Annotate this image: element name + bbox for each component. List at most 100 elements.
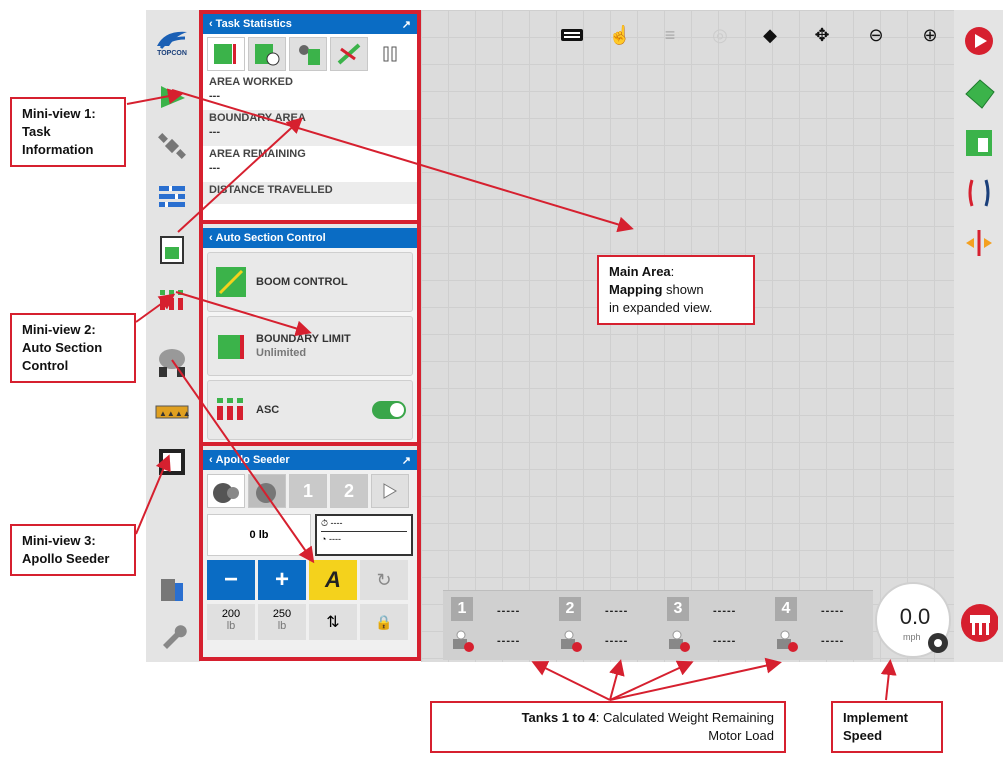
asc-label: ASC <box>256 404 280 416</box>
callout-text: Tanks 1 to 4 <box>521 710 596 725</box>
callout-text: Apollo Seeder <box>22 551 110 566</box>
section-control-icon[interactable] <box>152 282 192 318</box>
auto-mode-icon[interactable]: A <box>309 560 357 600</box>
zoom-out-icon[interactable]: ⊖ <box>861 20 891 50</box>
tab-tank-1[interactable]: 1 <box>289 474 327 508</box>
tank-number: 4 <box>775 597 797 621</box>
seeder-machine-icon[interactable] <box>152 344 192 380</box>
tab-area-worked[interactable] <box>207 37 245 71</box>
video-icon[interactable] <box>152 444 192 480</box>
tank-weight: ----- <box>497 605 521 617</box>
tank-motor-load: ----- <box>821 635 845 647</box>
boundary-limit-value: Unlimited <box>256 347 307 359</box>
lock-icon[interactable]: 🔒 <box>360 604 408 640</box>
preset-value: 250 <box>272 608 292 620</box>
preset-value: 200 <box>221 608 241 620</box>
task-statistics-tabs <box>203 34 417 74</box>
asc-row: ASC <box>207 380 413 440</box>
refresh-icon[interactable]: ↻ <box>360 560 408 600</box>
callout-text: in expanded view. <box>609 300 713 315</box>
tank-3[interactable]: 3 ----- ----- <box>661 595 761 657</box>
callout-text: Mapping <box>609 282 663 297</box>
tab-seeder-meter[interactable] <box>207 474 245 508</box>
tank-number: 2 <box>559 597 581 621</box>
chevron-left-icon[interactable]: ‹ <box>209 454 213 466</box>
field-boundary-icon[interactable] <box>960 74 998 112</box>
touch-icon[interactable]: ☝ <box>605 20 635 50</box>
boundary-limit-button[interactable]: BOUNDARY LIMIT Unlimited <box>207 316 413 376</box>
speed-gauge[interactable]: 0.0 mph <box>875 582 951 658</box>
apollo-seeder-header[interactable]: ‹ Apollo Seeder ↗ <box>203 450 417 470</box>
tank-4[interactable]: 4 ----- ----- <box>769 595 869 657</box>
calibrate-icon[interactable]: ⇅ <box>309 604 357 640</box>
callout-miniview-1: Mini-view 1: Task Information <box>10 97 126 167</box>
bin-icon[interactable] <box>152 570 192 606</box>
seeder-tabs: 1 2 <box>203 470 417 512</box>
auto-section-control-header[interactable]: ‹ Auto Section Control <box>203 228 417 248</box>
tab-time[interactable] <box>248 37 286 71</box>
apollo-seeder-title: Apollo Seeder <box>215 454 290 466</box>
speed-settings-icon[interactable] <box>927 632 949 654</box>
callout-tanks: Tanks 1 to 4: Calculated Weight Remainin… <box>430 701 786 753</box>
map-area[interactable] <box>421 10 954 662</box>
guidance-arrow-icon[interactable] <box>152 78 192 114</box>
boom-control-button[interactable]: BOOM CONTROL <box>207 252 413 312</box>
seeder-status-box: ⏱ ---- ◔ ---- <box>315 514 413 556</box>
timer-icon: ⏱ <box>321 518 329 528</box>
chevron-left-icon[interactable]: ‹ <box>209 232 213 244</box>
callout-text: : Calculated Weight Remaining <box>595 710 774 725</box>
keyboard-icon[interactable] <box>557 20 587 50</box>
preset-250-button[interactable]: 250 lb <box>258 604 306 640</box>
decrease-button[interactable]: − <box>207 560 255 600</box>
tank-1[interactable]: 1 ----- ----- <box>445 595 545 657</box>
tab-seeder-roller[interactable] <box>248 474 286 508</box>
motor-load-icon <box>775 629 799 653</box>
arrow-tank-2 <box>609 659 625 701</box>
record-play-icon[interactable] <box>960 22 998 60</box>
stat-value: --- <box>209 126 220 138</box>
guidance-lines-icon[interactable] <box>960 174 998 212</box>
pan-icon[interactable]: ✥ <box>807 20 837 50</box>
next-tab-icon[interactable] <box>371 474 409 508</box>
callout-text: Speed <box>843 728 883 743</box>
tab-product[interactable] <box>330 37 368 71</box>
satellite-icon[interactable] <box>152 128 192 164</box>
logo-text: TOPCON <box>157 49 187 57</box>
headland-icon[interactable] <box>960 124 998 162</box>
pause-icon[interactable] <box>371 37 409 71</box>
zoom-in-icon[interactable]: ⊕ <box>915 20 945 50</box>
task-report-icon[interactable] <box>152 232 192 268</box>
boundary-limit-label: BOUNDARY LIMIT <box>256 333 351 345</box>
implement-icon[interactable] <box>960 604 998 642</box>
mini-view-panel: ‹ Task Statistics ↗ AREA WORKED --- BOUND… <box>199 10 421 661</box>
expand-icon[interactable]: ↗ <box>402 18 411 31</box>
layers-icon[interactable]: ◆ <box>755 20 785 50</box>
increase-button[interactable]: + <box>258 560 306 600</box>
tab-tank-2[interactable]: 2 <box>330 474 368 508</box>
gps-target-icon[interactable]: ◎ <box>705 20 735 50</box>
nudge-icon[interactable] <box>960 224 998 262</box>
tank-status-bar: 1 ----- ----- 2 ----- ----- 3 ----- ----… <box>443 590 873 660</box>
settings-bars-icon[interactable] <box>152 178 192 214</box>
wrench-icon[interactable] <box>152 618 192 654</box>
chevron-left-icon[interactable]: ‹ <box>209 18 213 30</box>
callout-speed: Implement Speed <box>831 701 943 753</box>
implement-bar-icon[interactable]: ▲▲▲▲ <box>152 394 192 430</box>
gauge-icon: ◔ <box>321 534 327 544</box>
auto-section-control-miniview: ‹ Auto Section Control BOOM CONTROL BOUND… <box>203 228 417 442</box>
topcon-logo: TOPCON <box>152 24 192 60</box>
seeder-readouts: 0 lb ⏱ ---- ◔ ---- <box>203 512 417 558</box>
arrow-tank-4 <box>609 657 782 701</box>
callout-text: Auto Section <box>22 340 103 355</box>
expand-icon[interactable]: ↗ <box>402 454 411 467</box>
task-statistics-title: Task Statistics <box>215 18 292 30</box>
tab-operator[interactable] <box>289 37 327 71</box>
task-statistics-header[interactable]: ‹ Task Statistics ↗ <box>203 14 417 34</box>
preset-200-button[interactable]: 200 lb <box>207 604 255 640</box>
asc-toggle[interactable] <box>372 401 406 419</box>
callout-miniview-3: Mini-view 3: Apollo Seeder <box>10 524 136 576</box>
swath-icon[interactable]: ≡ <box>655 20 685 50</box>
callout-text: Main Area <box>609 264 671 279</box>
svg-text:▲▲▲▲: ▲▲▲▲ <box>159 409 189 418</box>
tank-2[interactable]: 2 ----- ----- <box>553 595 653 657</box>
